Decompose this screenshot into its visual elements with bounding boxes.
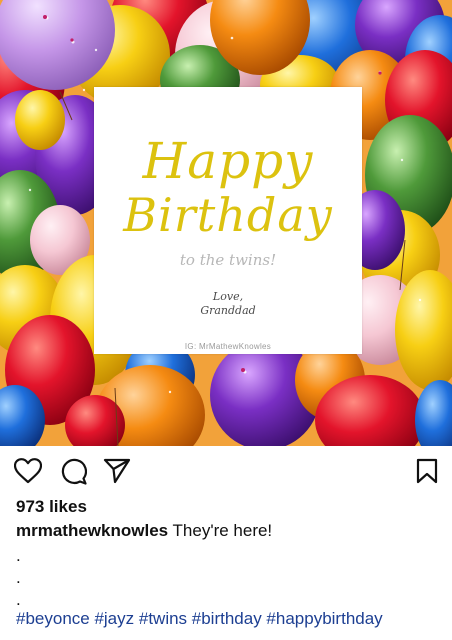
- save-button[interactable]: [411, 456, 443, 486]
- post-caption: mrmathewknowles They're here!: [16, 521, 272, 541]
- card-title-birthday: Birthday: [123, 188, 333, 242]
- post-photo[interactable]: Happy Birthday to the twins! Love, Grand…: [0, 0, 452, 446]
- heart-icon: [14, 458, 42, 484]
- card-watermark: IG: MrMathewKnowles: [184, 342, 272, 351]
- card-title-happy: Happy: [142, 132, 314, 190]
- caption-text: They're here!: [168, 521, 273, 540]
- share-button[interactable]: [101, 456, 133, 486]
- like-button[interactable]: [12, 456, 44, 486]
- bookmark-icon: [416, 458, 438, 484]
- card-signoff: Love, Granddad: [94, 290, 362, 318]
- comment-button[interactable]: [57, 456, 89, 486]
- caption-hashtags[interactable]: #beyonce #jayz #twins #birthday #happybi…: [16, 609, 383, 629]
- caption-line-break: .: [16, 590, 21, 609]
- caption-line-break: .: [16, 568, 21, 587]
- card-signoff-love: Love,: [212, 290, 244, 303]
- comment-icon: [61, 458, 87, 485]
- caption-line-break: .: [16, 546, 21, 565]
- like-count[interactable]: 973 likes: [16, 497, 87, 517]
- post-action-bar: [0, 446, 452, 496]
- card-signoff-name: Granddad: [200, 304, 256, 317]
- share-icon: [103, 458, 131, 484]
- birthday-card: Happy Birthday to the twins! Love, Grand…: [94, 87, 362, 354]
- caption-username[interactable]: mrmathewknowles: [16, 521, 168, 540]
- card-subtitle: to the twins!: [179, 251, 277, 269]
